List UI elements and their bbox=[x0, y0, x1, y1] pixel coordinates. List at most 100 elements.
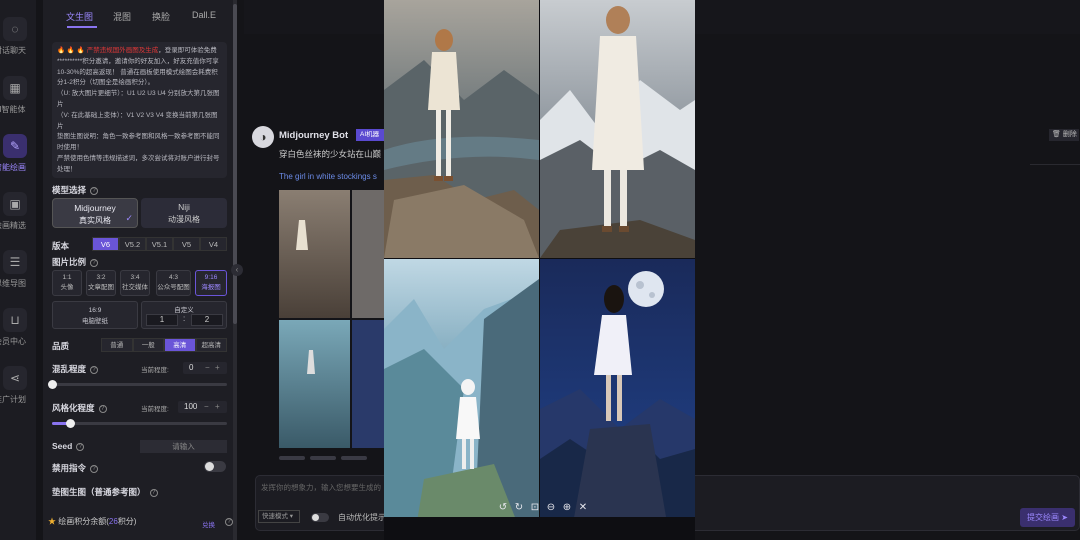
reference-image-label: 垫图生图（普通参考图）? bbox=[52, 486, 158, 498]
nav-item-membership[interactable]: ⊔ 会员中心 bbox=[0, 308, 36, 360]
submit-button[interactable]: 提交绘画 ➤ bbox=[1020, 508, 1075, 527]
fit-screen-icon[interactable]: ⊡ bbox=[529, 502, 541, 514]
minus-icon[interactable]: − bbox=[204, 401, 209, 413]
help-icon[interactable]: ? bbox=[225, 518, 233, 526]
ratio-option[interactable]: 3:4 社交媒体 bbox=[120, 270, 150, 296]
model-card-niji[interactable]: Niji 动漫风格 bbox=[141, 198, 227, 228]
nav-label: 智能绘画 bbox=[0, 163, 26, 172]
help-icon: ? bbox=[149, 488, 158, 497]
version-option[interactable]: V5.2 bbox=[119, 237, 146, 251]
upscale-button[interactable] bbox=[310, 456, 336, 460]
notice-box: 🔥 🔥 🔥 严禁违规国外画图及生成，登录即可体验免费**********积分邀请… bbox=[52, 42, 227, 178]
ratio-option-active[interactable]: 9:16 海报图 bbox=[195, 270, 227, 296]
quality-option[interactable]: 超高清 bbox=[195, 338, 227, 352]
quality-option[interactable]: 普通 bbox=[101, 338, 133, 352]
nav-item-painting[interactable]: ✎ 智能绘画 bbox=[0, 134, 36, 186]
upscale-button[interactable] bbox=[341, 456, 367, 460]
nav-item-mindmap[interactable]: ☰ 思维导图 bbox=[0, 250, 36, 302]
bot-avatar: ◑ bbox=[252, 126, 274, 148]
send-icon: ➤ bbox=[1061, 513, 1068, 522]
share-icon: ⋖ bbox=[3, 366, 27, 390]
viewer-toolbar: ↺ ↻ ⊡ ⊖ ⊕ ✕ bbox=[497, 502, 591, 514]
slider-knob[interactable] bbox=[48, 380, 57, 389]
help-icon: ? bbox=[90, 365, 99, 374]
version-selector: V6 V5.2 V5.1 V5 V4 bbox=[92, 237, 227, 251]
help-icon: ? bbox=[98, 404, 107, 413]
quality-option[interactable]: 一般 bbox=[132, 338, 164, 352]
ratio-option-wide[interactable]: 16:9 电脑壁纸 bbox=[52, 301, 138, 329]
version-option[interactable]: V4 bbox=[200, 237, 227, 251]
version-label: 版本 bbox=[52, 241, 70, 251]
chaos-value: 0 bbox=[189, 363, 194, 372]
model-style: 真实风格 bbox=[79, 216, 111, 225]
tab-dalle[interactable]: Dall.E bbox=[192, 10, 216, 20]
help-icon: ? bbox=[90, 186, 99, 195]
nav-label: 推广计划 bbox=[0, 395, 26, 404]
result-thumbnails[interactable] bbox=[279, 190, 387, 450]
star-icon: ★ bbox=[48, 517, 56, 526]
notice-warning: 严禁违规国外画图及生成 bbox=[86, 47, 159, 54]
quality-option[interactable]: 高清 bbox=[164, 338, 196, 352]
ratio-option[interactable]: 3:2 文章配图 bbox=[86, 270, 116, 296]
prompt-input[interactable]: 发挥你的想象力，输入您想要生成的 bbox=[261, 482, 381, 493]
divider bbox=[1030, 164, 1080, 165]
ratio-custom: 自定义 1 : 2 bbox=[141, 301, 227, 329]
auto-optimize-toggle[interactable] bbox=[311, 513, 329, 522]
minus-icon[interactable]: − bbox=[205, 362, 210, 374]
left-nav: ◌ 对话聊天 ▦ AI智能体 ✎ 智能绘画 ▣ 绘画精选 ☰ 思维导图 ⊔ 会员… bbox=[0, 0, 36, 540]
rotate-left-icon[interactable]: ↺ bbox=[497, 502, 509, 514]
tab-text-to-image[interactable]: 文生图 bbox=[66, 10, 93, 23]
model-name: Niji bbox=[178, 202, 190, 212]
nav-item-chat[interactable]: ◌ 对话聊天 bbox=[0, 17, 36, 69]
ratio-option[interactable]: 4:3 公众号配图 bbox=[156, 270, 191, 296]
tab-blend[interactable]: 混图 bbox=[113, 10, 131, 23]
notice-line: 严禁使用色情等违规描述词，多次尝试将对账户进行封号处理！ bbox=[57, 154, 220, 173]
version-option[interactable]: V6 bbox=[92, 237, 119, 251]
upscale-button[interactable] bbox=[279, 456, 305, 460]
ratio-option[interactable]: 1:1 头像 bbox=[52, 270, 82, 296]
notice-line: （V: 在此基础上变体）：V1 V2 V3 V4 变换当前第几张图片 bbox=[57, 111, 218, 130]
nav-label: 思维导图 bbox=[0, 279, 26, 288]
version-option[interactable]: V5 bbox=[173, 237, 200, 251]
tab-face-swap[interactable]: 换脸 bbox=[152, 10, 170, 23]
help-icon: ? bbox=[76, 442, 85, 451]
mode-select[interactable]: 快速模式 ▾ bbox=[258, 510, 300, 523]
custom-height-input[interactable]: 2 bbox=[191, 314, 223, 326]
seed-input[interactable]: 请输入 bbox=[140, 440, 227, 453]
plus-icon[interactable]: + bbox=[215, 401, 220, 413]
chaos-label: 混乱程度? bbox=[52, 363, 99, 375]
collapse-panel-button[interactable]: ‹ bbox=[231, 264, 243, 276]
rotate-right-icon[interactable]: ↻ bbox=[513, 502, 525, 514]
seed-label: Seed? bbox=[52, 441, 85, 451]
nav-item-gallery[interactable]: ▣ 绘画精选 bbox=[0, 192, 36, 244]
nav-item-promotion[interactable]: ⋖ 推广计划 bbox=[0, 366, 36, 418]
stylize-stepper[interactable]: 100 − + bbox=[178, 401, 227, 413]
stylize-slider[interactable] bbox=[52, 419, 227, 428]
nav-item-agents[interactable]: ▦ AI智能体 bbox=[0, 76, 36, 128]
redeem-link[interactable]: 兑换 bbox=[202, 519, 215, 529]
zoom-out-icon[interactable]: ⊖ bbox=[545, 502, 557, 514]
plus-icon[interactable]: + bbox=[215, 362, 220, 374]
mode-tabs: 文生图 混图 换脸 Dall.E bbox=[53, 10, 233, 28]
chaos-slider[interactable] bbox=[48, 380, 227, 389]
viewer-image-1[interactable] bbox=[384, 0, 539, 258]
no-prompt-toggle[interactable] bbox=[204, 461, 226, 472]
zoom-in-icon[interactable]: ⊕ bbox=[561, 502, 573, 514]
auto-optimize-label: 自动优化提示 bbox=[338, 513, 386, 522]
prompt-translation: The girl in white stockings s bbox=[279, 172, 377, 181]
viewer-image-4[interactable] bbox=[540, 259, 695, 517]
viewer-image-3[interactable] bbox=[384, 259, 539, 517]
delete-button[interactable]: 🗑 删除 bbox=[1049, 129, 1079, 141]
chaos-stepper[interactable]: 0 − + bbox=[183, 362, 227, 374]
mindmap-icon: ☰ bbox=[3, 250, 27, 274]
nav-label: 会员中心 bbox=[0, 337, 26, 346]
custom-width-input[interactable]: 1 bbox=[146, 314, 178, 326]
slider-knob[interactable] bbox=[65, 419, 75, 428]
close-icon[interactable]: ✕ bbox=[577, 502, 589, 514]
model-card-midjourney[interactable]: Midjourney 真实风格 ✓ bbox=[52, 198, 138, 228]
viewer-image-2[interactable] bbox=[540, 0, 695, 258]
help-icon: ? bbox=[90, 464, 99, 473]
ratio-label: 图片比例? bbox=[52, 256, 99, 268]
version-option[interactable]: V5.1 bbox=[146, 237, 173, 251]
result-image-grid[interactable] bbox=[279, 190, 387, 450]
